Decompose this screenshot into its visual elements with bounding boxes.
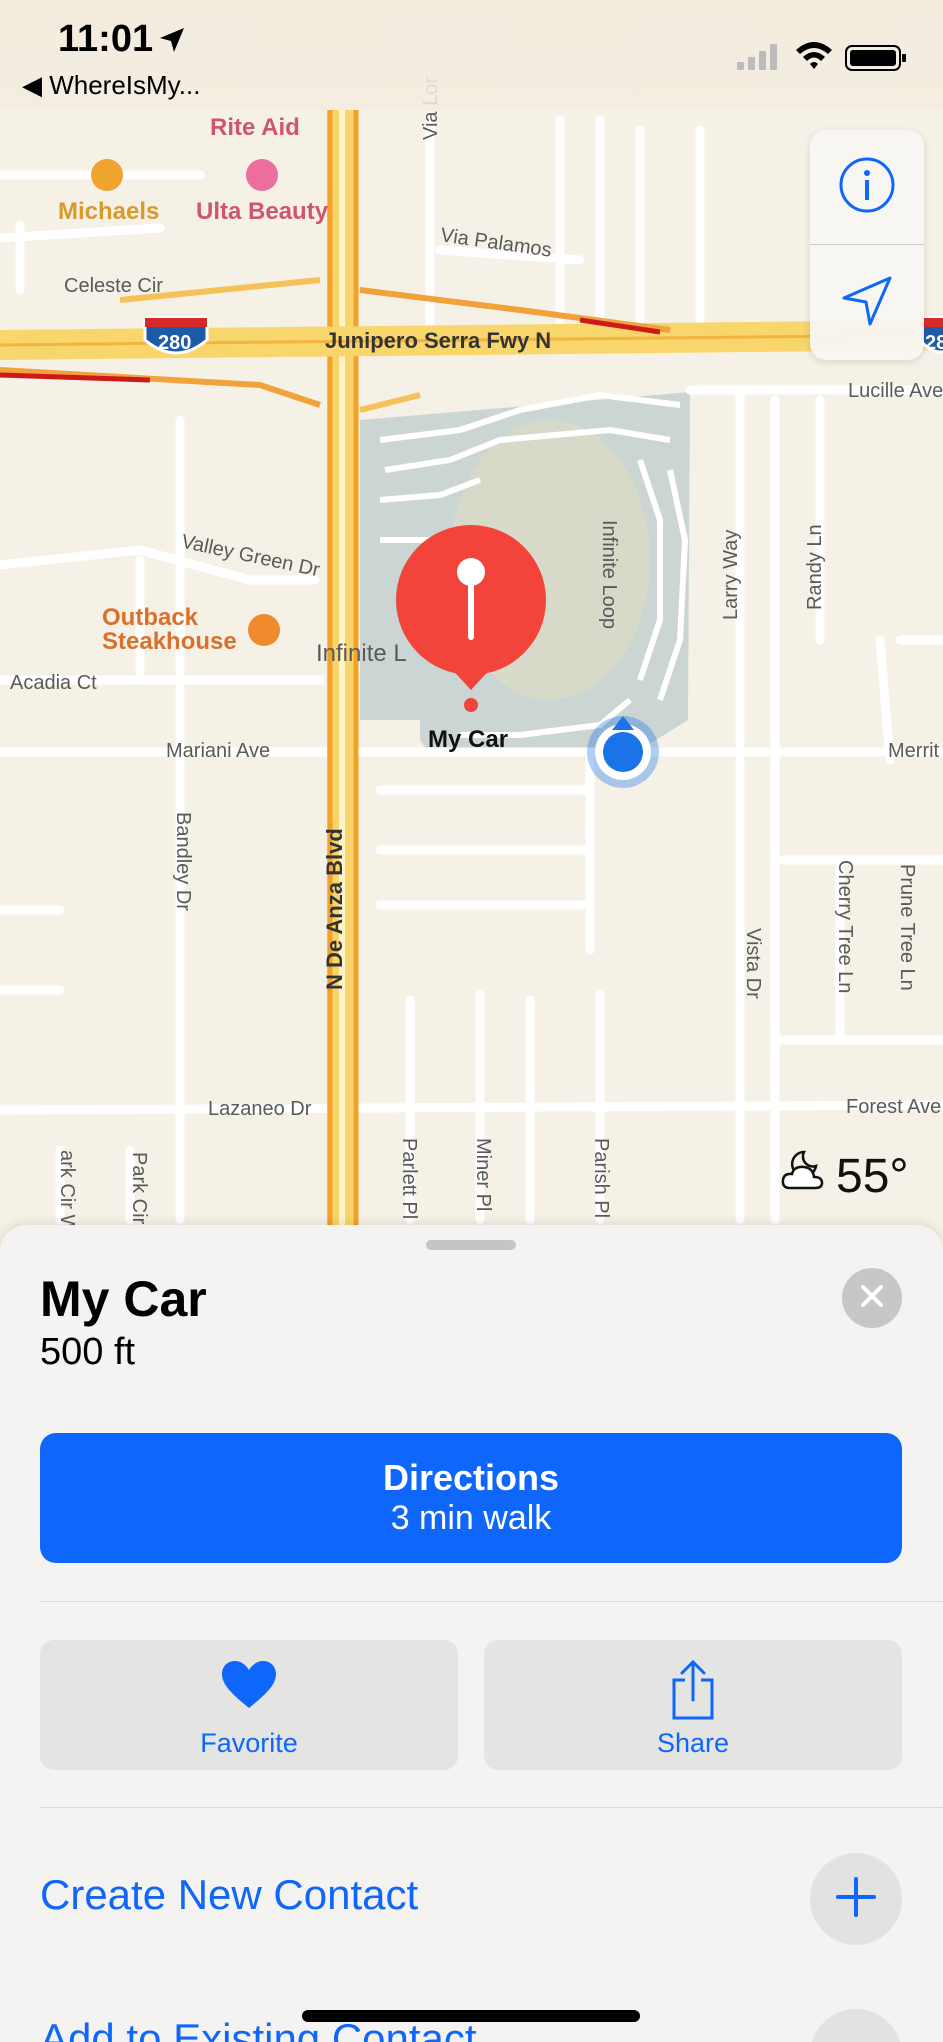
directions-label: Directions [382,1457,560,1498]
place-distance: 500 ft [40,1331,136,1373]
share-button[interactable]: Share [484,1640,902,1770]
street-mariani-ave: Mariani Ave [166,740,271,762]
poi-ulta-beauty[interactable]: Ulta Beauty [196,198,328,226]
street-forest-ave: Forest Ave [846,1096,942,1118]
favorite-label: Favorite [200,1728,298,1758]
info-icon [838,156,896,219]
street-acadia-ct: Acadia Ct [10,672,97,694]
poi-rite-aid[interactable]: Rite Aid [210,114,300,142]
street-larry-way: Larry Way [720,529,742,620]
track-location-button[interactable] [810,246,924,360]
street-lucille: Lucille Ave [848,380,943,402]
sheet-grabber[interactable] [426,1240,516,1250]
create-contact-label: Create New Contact [40,1871,419,1918]
street-celeste-cir: Celeste Cir [64,275,163,297]
status-time: 11:01 [58,18,154,60]
info-button[interactable] [810,130,924,244]
street-cherry-tree: Cherry Tree Ln [834,860,856,994]
back-to-app-link[interactable]: ◀ WhereIsMy... [22,70,200,101]
add-contact-button[interactable] [810,1853,902,1945]
place-title: My Car [40,1271,207,1327]
temperature-text: 55° [836,1149,909,1203]
close-icon [858,1282,886,1315]
battery-icon [845,44,907,77]
location-arrow-outline-icon [840,274,894,333]
weather-indicator: 55° [780,1148,909,1204]
divider [40,1807,943,1808]
share-icon [668,1659,718,1725]
street-infinite-loop-left: Infinite L [316,640,407,667]
location-arrow-icon [158,26,186,59]
street-parlett-pl: Parlett Pl [398,1138,420,1220]
street-merrit: Merrit [888,740,940,762]
street-parish-pl: Parish Pl [590,1138,612,1219]
street-prune-tree: Prune Tree Ln [896,864,918,991]
plus-icon [835,1876,877,1923]
interstate-shield: 280 [158,332,192,354]
poi-michaels[interactable]: Michaels [58,198,159,226]
partly-cloudy-night-icon [780,1148,830,1204]
car-pin-label[interactable]: My Car [428,726,508,754]
directions-button[interactable]: Directions 3 min walk [40,1433,902,1563]
share-label: Share [656,1728,730,1758]
directions-eta: 3 min walk [390,1499,552,1537]
map-view[interactable]: Rite Aid Michaels Ulta Beauty Via Lor Vi… [0,0,943,1240]
wifi-icon [794,40,834,75]
cellular-signal-icon [737,44,781,75]
street-park-cir: Park Cir [128,1152,150,1225]
heart-icon [220,1660,278,1715]
street-randy-ln: Randy Ln [804,524,826,610]
favorite-button[interactable]: Favorite [40,1640,458,1770]
status-bar: 11:01 ◀ WhereIsMy... [0,0,943,110]
street-park-cir-w: ark Cir W [56,1150,78,1234]
street-infinite-loop: Infinite Loop [598,520,620,629]
create-contact-row[interactable]: Create New Contact [0,1843,943,1953]
freeway-label: Junipero Serra Fwy N [325,328,552,353]
map-controls [810,130,924,360]
controls-divider [810,244,924,245]
interstate-shield-right: 28 [925,332,943,354]
street-vista-dr: Vista Dr [742,928,764,999]
poi-outback[interactable]: Outback Steakhouse [102,606,237,654]
street-bandley-dr: Bandley Dr [172,812,194,911]
street-de-anza: N De Anza Blvd [322,828,347,990]
close-button[interactable] [842,1268,902,1328]
home-indicator[interactable] [302,2010,640,2022]
street-lazaneo-dr: Lazaneo Dr [208,1098,312,1120]
divider [40,1601,943,1602]
place-card-sheet[interactable]: My Car 500 ft Directions 3 min walk Favo… [0,1225,943,2042]
street-miner-pl: Miner Pl [472,1138,494,1212]
add-existing-contact-button[interactable] [810,2009,902,2042]
